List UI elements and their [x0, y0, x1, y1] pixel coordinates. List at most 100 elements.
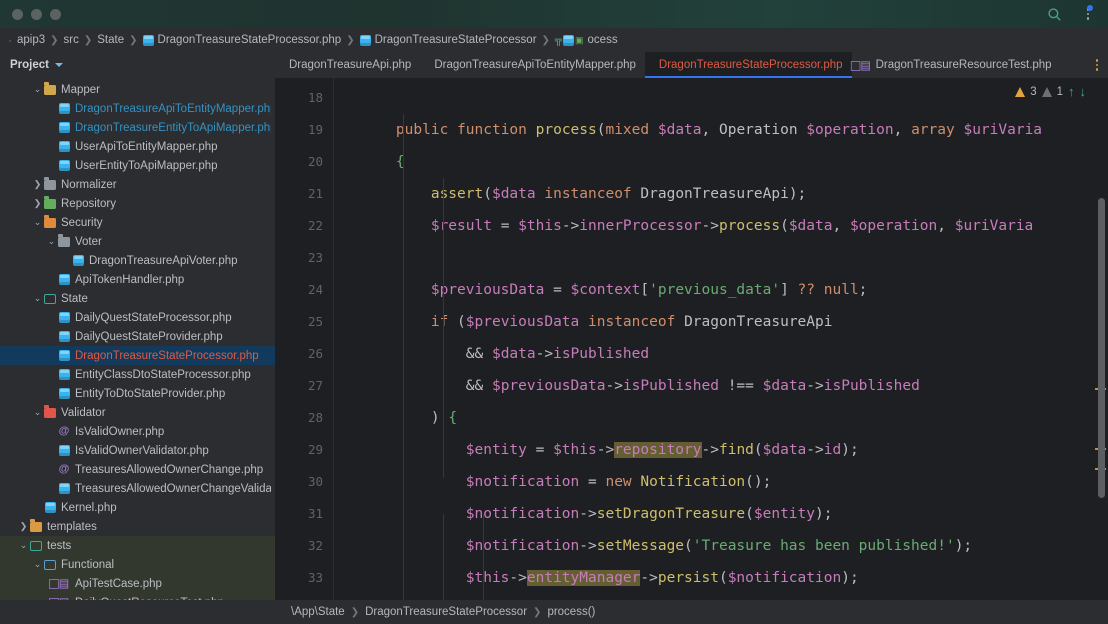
arrow-down-icon[interactable]: ↓	[1080, 84, 1087, 99]
breadcrumb-label: DragonTreasureStateProcessor.php	[157, 34, 342, 46]
tree-item[interactable]: DragonTreasureApiVoter.php	[0, 251, 275, 270]
breadcrumb-label: ocess	[587, 34, 618, 46]
tree-item[interactable]: ❯ templates	[0, 517, 275, 536]
breadcrumb-item-method[interactable]: ╦ ▣ ocess	[555, 34, 618, 46]
tree-item[interactable]: IsValidOwnerValidator.php	[0, 441, 275, 460]
editor-tab[interactable]: DragonTreasureApi.php	[275, 52, 420, 78]
tree-item[interactable]: UserEntityToApiMapper.php	[0, 156, 275, 175]
tree-item[interactable]: Kernel.php	[0, 498, 275, 517]
editor-tab[interactable]: DragonTreasureApiToEntityMapper.php	[420, 52, 645, 78]
code-line[interactable]: $result = $this->innerProcessor->process…	[333, 210, 1108, 242]
chevron-down-icon[interactable]: ⌄	[32, 293, 43, 304]
code-line[interactable]: public function process(mixed $data, Ope…	[333, 114, 1108, 146]
code-line[interactable]: && $previousData->isPublished !== $data-…	[333, 370, 1108, 402]
chevron-down-icon[interactable]: ⌄	[18, 540, 29, 551]
chevron-down-icon[interactable]	[55, 63, 63, 67]
tree-item[interactable]: TreasuresAllowedOwnerChangeValidator.php	[0, 479, 275, 498]
chevron-down-icon[interactable]: ⌄	[32, 559, 43, 570]
chevron-down-icon[interactable]: ⌄	[32, 84, 43, 95]
status-bar-breadcrumb: \App\State ❯ DragonTreasureStateProcesso…	[283, 600, 1108, 624]
file-tree[interactable]: ⌄ Mapper DragonTreasureApiToEntityMapper.p…	[0, 78, 275, 624]
tree-item[interactable]: ApiTokenHandler.php	[0, 270, 275, 289]
chevron-right-icon: ❯	[533, 606, 542, 618]
tree-item[interactable]: EntityClassDtoStateProcessor.php	[0, 365, 275, 384]
code-line[interactable]: $this->entityManager->persist($notificat…	[333, 562, 1108, 594]
inspection-widget[interactable]: 3 1 ↑ ↓	[1015, 84, 1086, 99]
chevron-down-icon[interactable]: ⌄	[32, 217, 43, 228]
tree-item[interactable]: ⌄ State	[0, 289, 275, 308]
chevron-right-icon[interactable]: ❯	[18, 521, 29, 532]
tree-item[interactable]: ⃞▤ ApiTestCase.php	[0, 574, 275, 593]
code-area[interactable]: 1819202122232425262728293031323334 publi…	[275, 78, 1108, 624]
breadcrumb-item-src[interactable]: src	[64, 34, 79, 46]
tree-item[interactable]: ❯ Normalizer	[0, 175, 275, 194]
arrow-up-icon[interactable]: ↑	[1068, 84, 1075, 99]
tree-item[interactable]: DailyQuestStateProcessor.php	[0, 308, 275, 327]
tree-item[interactable]: DailyQuestStateProvider.php	[0, 327, 275, 346]
code-line[interactable]: ) {	[333, 402, 1108, 434]
code-line[interactable]: $notification->setDragonTreasure($entity…	[333, 498, 1108, 530]
project-panel-header[interactable]: Project	[0, 52, 275, 78]
tree-item[interactable]: DragonTreasureEntityToApiMapper.php	[0, 118, 275, 137]
tree-item[interactable]: @ TreasuresAllowedOwnerChange.php	[0, 460, 275, 479]
vertical-scrollbar[interactable]	[1098, 198, 1105, 498]
window-controls[interactable]	[0, 8, 61, 20]
tree-item[interactable]: ⌄ Mapper	[0, 80, 275, 99]
tree-item[interactable]: @ IsValidOwner.php	[0, 422, 275, 441]
code-line[interactable]	[333, 242, 1108, 274]
code-line[interactable]: $entity = $this->repository->find($data-…	[333, 434, 1108, 466]
lock-icon: ▣	[575, 34, 584, 45]
php-file-icon	[57, 312, 71, 323]
tree-item[interactable]: UserApiToEntityMapper.php	[0, 137, 275, 156]
tree-item[interactable]: EntityToDtoStateProvider.php	[0, 384, 275, 403]
indent-guide	[443, 178, 444, 478]
more-vertical-icon[interactable]	[1080, 5, 1096, 22]
breadcrumb-item-class[interactable]: DragonTreasureStateProcessor	[359, 34, 537, 46]
breadcrumb-item-project[interactable]: apip3	[17, 34, 45, 46]
editor-tabs[interactable]: DragonTreasureApi.php DragonTreasureApiTo…	[275, 52, 1108, 78]
close-button[interactable]	[12, 8, 23, 20]
editor-tab[interactable]: DragonTreasureStateProcessor.php	[644, 52, 852, 78]
code-content[interactable]: public function process(mixed $data, Ope…	[333, 78, 1108, 624]
php-file-icon	[57, 122, 71, 133]
tree-item-label: Validator	[61, 406, 106, 419]
more-vertical-icon[interactable]	[1086, 52, 1108, 78]
tree-item[interactable]: ⌄ Functional	[0, 555, 275, 574]
search-icon[interactable]	[1046, 6, 1062, 22]
tree-item[interactable]: DragonTreasureApiToEntityMapper.php	[0, 99, 275, 118]
tree-item[interactable]: ❯ Repository	[0, 194, 275, 213]
tree-item[interactable]: ⌄ Security	[0, 213, 275, 232]
code-line[interactable]: && $data->isPublished	[333, 338, 1108, 370]
line-number: 27	[307, 378, 323, 393]
status-namespace[interactable]: \App\State	[291, 606, 345, 618]
breadcrumb-item-state[interactable]: State	[97, 34, 124, 46]
breadcrumb-item-file[interactable]: DragonTreasureStateProcessor.php	[142, 34, 342, 46]
folder-icon	[43, 177, 57, 190]
tree-item[interactable]: ⌄ Validator	[0, 403, 275, 422]
chevron-down-icon[interactable]: ⌄	[46, 236, 57, 247]
chevron-right-icon[interactable]: ❯	[32, 198, 43, 209]
code-line[interactable]: {	[333, 146, 1108, 178]
line-number: 22	[307, 218, 323, 233]
folder-icon	[57, 234, 71, 247]
chevron-right-icon[interactable]: ❯	[32, 179, 43, 190]
editor-tab[interactable]: ⃞▤ DragonTreasureResourceTest.php	[852, 52, 1061, 78]
code-line[interactable]: assert($data instanceof DragonTreasureAp…	[333, 178, 1108, 210]
code-line[interactable]: if ($previousData instanceof DragonTreas…	[333, 306, 1108, 338]
tree-item[interactable]: ⌄ tests	[0, 536, 275, 555]
code-line[interactable]	[333, 82, 1108, 114]
code-line[interactable]: $previousData = $context['previous_data'…	[333, 274, 1108, 306]
tree-item-label: templates	[47, 520, 97, 533]
tree-item[interactable]: DragonTreasureStateProcessor.php	[0, 346, 275, 365]
chevron-down-icon[interactable]: ⌄	[32, 407, 43, 418]
maximize-button[interactable]	[50, 8, 61, 20]
warning-count: 3	[1030, 85, 1037, 98]
status-class[interactable]: DragonTreasureStateProcessor	[365, 606, 527, 618]
php-file-icon	[57, 141, 71, 152]
code-line[interactable]: $notification->setMessage('Treasure has …	[333, 530, 1108, 562]
minimize-button[interactable]	[31, 8, 42, 20]
chevron-right-icon: ❯	[50, 34, 59, 46]
tree-item[interactable]: ⌄ Voter	[0, 232, 275, 251]
code-line[interactable]: $notification = new Notification();	[333, 466, 1108, 498]
status-method[interactable]: process()	[547, 606, 595, 618]
